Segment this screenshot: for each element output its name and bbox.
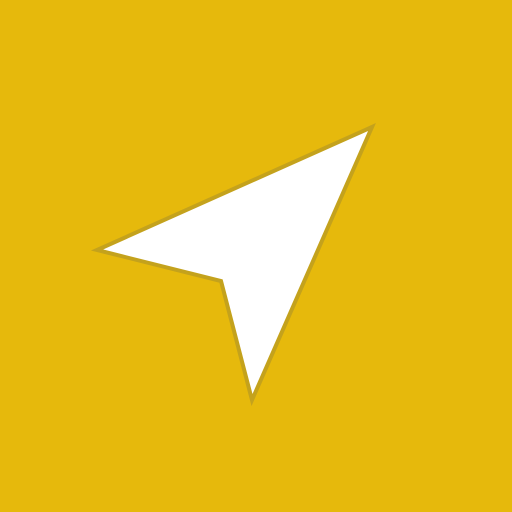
app-icon-background [0,0,512,512]
navigation-arrow-icon [0,0,512,512]
